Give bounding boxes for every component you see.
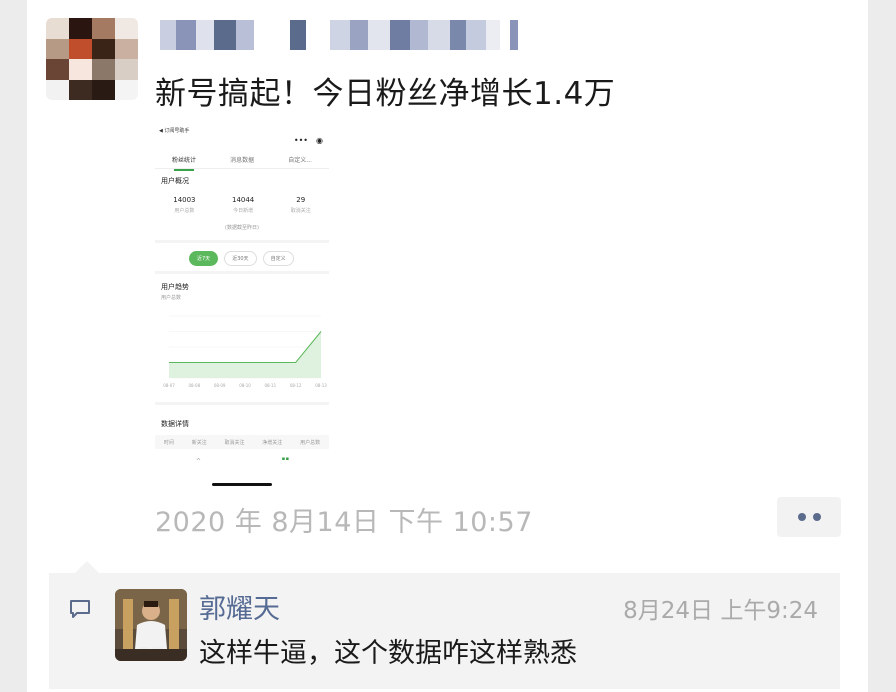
commenter-name[interactable]: 郭耀天 <box>199 587 280 626</box>
shot-overview-title: 用户概况 <box>161 177 189 185</box>
dot-icon <box>797 513 806 521</box>
stat-item: 14044 今日新增 <box>232 196 254 214</box>
shot-table-title: 数据详情 <box>161 420 189 428</box>
shot-note: (数据截至昨日) <box>225 225 259 231</box>
shot-tab: 自定义... <box>288 157 312 164</box>
bottom-tab: ▮▮ 统计 <box>280 456 290 460</box>
more-button[interactable] <box>777 497 841 537</box>
filter-pill: 近30天 <box>224 251 257 266</box>
table-col: 取消关注 <box>224 439 245 446</box>
chart-area <box>169 331 321 378</box>
stat-value: 14044 <box>231 196 255 204</box>
shot-trend-select: 用户总数 <box>161 295 182 301</box>
shot-capsule: ••• ◉ <box>294 136 323 145</box>
shot-tab: 粉丝统计 <box>172 152 196 171</box>
shot-filters: 近7天 近30天 自定义 <box>189 251 294 266</box>
stat-value: 29 <box>296 196 306 204</box>
comments-panel: 郭耀天 8月24日 上午9:24 这样牛逼，这个数据咋这样熟悉 <box>49 573 840 689</box>
more-dots-icon: ••• <box>293 136 309 145</box>
moments-page: 新号搞起！今日粉丝净增长1.4万 ◀ 订阅号助手 ••• ◉ 粉丝统计 消息数据… <box>27 0 868 692</box>
post-timestamp: 2020 年 8月14日 下午 10:57 <box>155 507 533 538</box>
chart-x-tick-label: 08-10 <box>239 383 251 388</box>
shot-bottom-tabs: ⌂ 首页 ▮▮ 统计 <box>155 456 329 460</box>
home-icon: ⌂ <box>196 456 201 460</box>
shot-divider <box>155 240 329 243</box>
chart-x-tick-label: 08-13 <box>315 383 327 388</box>
stat-item: 14003 用户总数 <box>173 196 195 214</box>
post-text: 新号搞起！今日粉丝净增长1.4万 <box>155 76 616 112</box>
shot-table-header: 时间 新关注 取消关注 净增关注 用户总数 <box>155 435 329 449</box>
stat-label: 用户总数 <box>174 208 195 214</box>
bar-chart-icon: ▮▮ <box>281 456 290 460</box>
filter-pill: 近7天 <box>189 251 219 266</box>
shot-divider <box>155 402 329 405</box>
chart-x-tick-label: 08-12 <box>290 383 302 388</box>
table-col: 时间 <box>163 439 174 446</box>
filter-pill: 自定义 <box>262 251 294 266</box>
comment-timestamp: 8月24日 上午9:24 <box>623 598 818 624</box>
author-avatar[interactable] <box>46 18 138 100</box>
stat-value: 14003 <box>173 196 196 204</box>
shot-stats: 14003 用户总数 14044 今日新增 29 取消关注 <box>155 196 329 214</box>
commenter-avatar[interactable] <box>115 589 187 661</box>
shot-tab: 消息数据 <box>230 157 255 164</box>
table-col: 新关注 <box>191 439 207 446</box>
shot-divider <box>155 271 329 274</box>
dot-icon <box>812 513 821 521</box>
chart-x-tick-label: 08-09 <box>214 383 226 388</box>
chart-x-tick-label: 08-11 <box>265 383 277 388</box>
chart-x-tick-label: 08-07 <box>163 383 175 388</box>
table-col: 用户总数 <box>300 439 321 446</box>
shot-tabs: 粉丝统计 消息数据 自定义... <box>155 152 329 171</box>
trend-chart: 08-07 08-08 08-09 08-10 08-11 08-12 08-13 <box>163 315 327 388</box>
home-indicator <box>212 483 272 486</box>
comments-caret <box>75 561 99 573</box>
shot-trend-title: 用户趋势 <box>161 283 189 291</box>
post-image[interactable]: ◀ 订阅号助手 ••• ◉ 粉丝统计 消息数据 自定义... 用户概况 1400… <box>155 120 329 460</box>
chart-x-tick-label: 08-08 <box>189 383 201 388</box>
target-icon: ◉ <box>316 136 323 145</box>
stat-item: 29 取消关注 <box>291 196 311 214</box>
comment-icon <box>70 600 90 618</box>
table-col: 净增关注 <box>262 439 283 446</box>
stat-label: 取消关注 <box>290 208 311 214</box>
bottom-tab: ⌂ 首页 <box>193 456 203 460</box>
comment-text: 这样牛逼，这个数据咋这样熟悉 <box>199 638 577 669</box>
shot-header: ◀ 订阅号助手 <box>159 128 190 134</box>
stat-label: 今日新增 <box>233 208 254 214</box>
author-name-blurred[interactable] <box>160 18 518 52</box>
